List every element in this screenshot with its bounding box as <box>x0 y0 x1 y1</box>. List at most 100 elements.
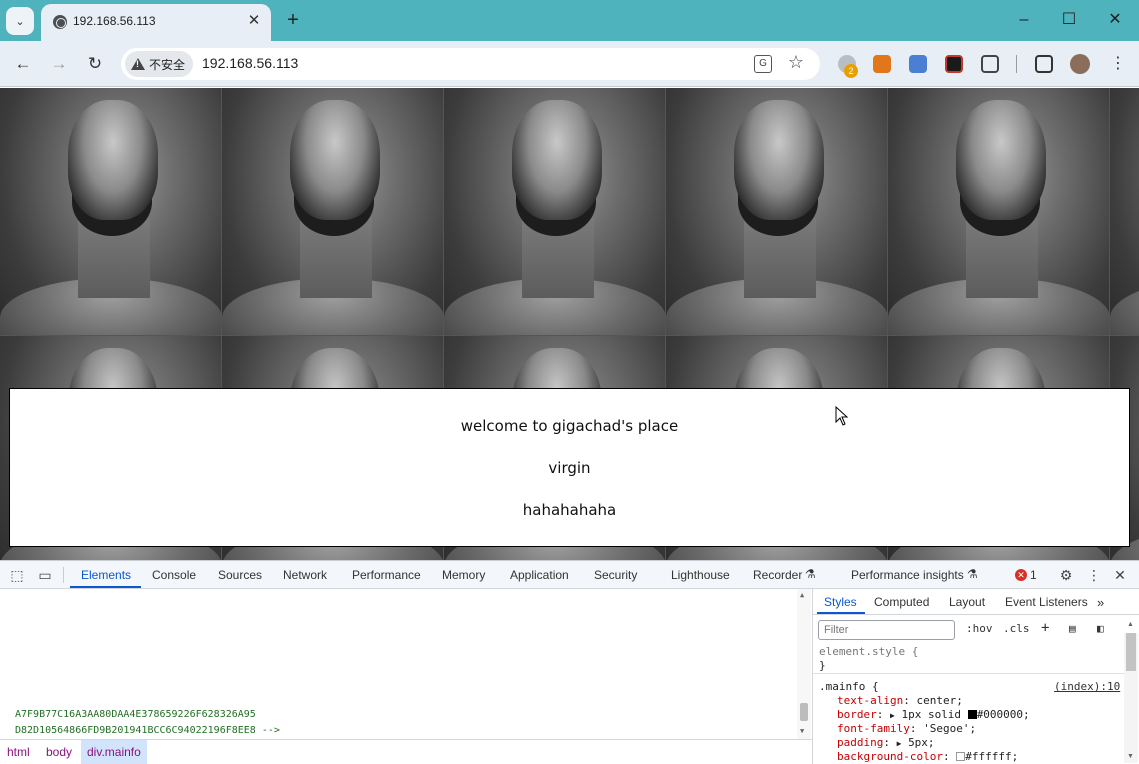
tab-event-listeners[interactable]: Event Listeners <box>1005 595 1088 609</box>
tab-security[interactable]: Security <box>594 568 637 582</box>
tab-memory[interactable]: Memory <box>442 568 485 582</box>
error-icon[interactable]: ✕ <box>1015 569 1027 581</box>
background-image-tile <box>1110 88 1139 336</box>
dom-tree[interactable]: A7F9B77C16A3AA80DAA4E378659226F628326A95… <box>0 589 812 739</box>
more-tabs-icon[interactable]: » <box>1097 595 1104 610</box>
declaration[interactable]: text-align: center; <box>837 694 963 707</box>
paint-icon[interactable]: ▤ <box>1069 622 1076 635</box>
html-comment-line[interactable]: A7F9B77C16A3AA80DAA4E378659226F628326A95 <box>15 709 256 720</box>
extension-icon-4[interactable] <box>945 55 963 73</box>
new-tab-button[interactable]: + <box>283 9 303 31</box>
styles-filter-input[interactable]: Filter <box>818 620 955 640</box>
tab-elements[interactable]: Elements <box>81 568 131 582</box>
tab-lighthouse[interactable]: Lighthouse <box>671 568 730 582</box>
html-comment-line[interactable]: D82D10564866FD9B201941BCC6C94022196F8EE8… <box>15 725 280 736</box>
close-devtools-icon[interactable]: ✕ <box>1112 567 1128 583</box>
tab-application[interactable]: Application <box>510 568 569 582</box>
window-close-button[interactable]: ✕ <box>1103 8 1127 32</box>
crumb-div-mainfo[interactable]: div.mainfo <box>81 740 147 764</box>
security-indicator[interactable]: 不安全 <box>125 51 194 77</box>
tab-title: 192.168.56.113 <box>73 14 156 28</box>
translate-icon[interactable]: G <box>754 55 772 73</box>
devtools-panel: ⬚ ▭ Elements Console Sources Network Per… <box>0 560 1139 764</box>
add-rule-icon[interactable]: + <box>1041 620 1049 636</box>
tab-performance[interactable]: Performance <box>352 568 421 582</box>
background-image-tile <box>666 88 888 336</box>
back-icon[interactable]: ← <box>10 51 36 77</box>
device-toolbar-icon[interactable]: ▭ <box>37 567 53 583</box>
declaration[interactable]: border: ▶ 1px solid #000000; <box>837 708 1030 721</box>
more-icon[interactable]: ⋮ <box>1086 567 1102 583</box>
scroll-up-icon[interactable]: ▲ <box>800 591 804 599</box>
rule-close-brace: } <box>819 659 826 672</box>
extension-badge: 2 <box>844 64 858 78</box>
tab-recorder[interactable]: Recorder <box>753 568 802 582</box>
color-swatch[interactable] <box>967 710 977 719</box>
toggle-sidebar-icon[interactable]: ◧ <box>1097 622 1104 635</box>
dom-scrollbar[interactable]: ▲ ▼ <box>797 589 811 739</box>
tab-strip: ⌄ 192.168.56.113 ✕ + – ☐ ✕ <box>0 0 1139 41</box>
background-image-tile <box>888 88 1110 336</box>
divider <box>813 673 1124 674</box>
declaration[interactable]: background-color: #ffffff; <box>837 750 1018 762</box>
chevron-down-icon: ⌄ <box>15 15 25 28</box>
page-viewport: welcome to gigachad's place virgin hahah… <box>0 88 1139 560</box>
tab-computed[interactable]: Computed <box>874 595 929 609</box>
background-image-tile <box>444 88 666 336</box>
address-bar[interactable]: 不安全 192.168.56.113 G ☆ <box>121 48 820 80</box>
flask-icon: ⚗ <box>967 567 978 581</box>
crumb-body[interactable]: body <box>46 745 72 759</box>
scroll-down-icon[interactable]: ▼ <box>800 727 804 735</box>
browser-tab[interactable]: 192.168.56.113 ✕ <box>41 4 271 41</box>
scroll-up-icon[interactable]: ▲ <box>1127 621 1134 628</box>
flask-icon: ⚗ <box>805 567 816 581</box>
tab-search-button[interactable]: ⌄ <box>6 7 34 35</box>
maximize-button[interactable]: ☐ <box>1057 8 1081 32</box>
declaration[interactable]: font-family: 'Segoe'; <box>837 722 976 735</box>
styles-scrollbar[interactable]: ▲ ▼ <box>1124 621 1138 763</box>
scrollbar-thumb[interactable] <box>800 703 808 721</box>
close-tab-icon[interactable]: ✕ <box>245 12 263 30</box>
settings-icon[interactable]: ⚙ <box>1058 567 1074 583</box>
tab-network[interactable]: Network <box>283 568 327 582</box>
profile-avatar[interactable] <box>1070 54 1090 74</box>
mainfo-box: welcome to gigachad's place virgin hahah… <box>9 388 1130 547</box>
cls-toggle[interactable]: .cls <box>1003 622 1030 635</box>
styles-pane: Styles Computed Layout Event Listeners »… <box>812 589 1139 764</box>
mouse-cursor <box>835 405 849 426</box>
declaration[interactable]: padding: ▶ 5px; <box>837 736 935 749</box>
tab-styles[interactable]: Styles <box>824 595 857 609</box>
metamask-icon[interactable] <box>873 55 891 73</box>
mainfo-selector[interactable]: .mainfo { <box>819 680 879 693</box>
browser-toolbar: ← → ↻ 不安全 192.168.56.113 G ☆ ⋮ <box>0 41 1139 87</box>
translate-extension-icon[interactable] <box>909 55 927 73</box>
error-count[interactable]: 1 <box>1030 568 1037 582</box>
color-swatch[interactable] <box>956 752 966 761</box>
element-style-selector[interactable]: element.style { <box>819 645 918 658</box>
star-icon[interactable]: ☆ <box>788 52 804 73</box>
scrollbar-thumb[interactable] <box>1126 633 1136 671</box>
background-image-tile <box>0 88 222 336</box>
crumb-html[interactable]: html <box>7 745 30 759</box>
tab-layout[interactable]: Layout <box>949 595 985 609</box>
tab-performance-insights[interactable]: Performance insights <box>851 568 964 582</box>
tab-console[interactable]: Console <box>152 568 196 582</box>
inspect-icon[interactable]: ⬚ <box>9 567 25 583</box>
minimize-button[interactable]: – <box>1012 8 1036 32</box>
sidebar-icon[interactable] <box>1035 55 1053 73</box>
devtools-tabbar: ⬚ ▭ Elements Console Sources Network Per… <box>0 561 1139 589</box>
toolbar-divider <box>1016 55 1017 73</box>
warning-icon <box>131 58 145 70</box>
hov-toggle[interactable]: :hov <box>966 622 993 635</box>
url-text[interactable]: 192.168.56.113 <box>202 55 298 71</box>
security-label: 不安全 <box>149 57 186 72</box>
menu-icon[interactable]: ⋮ <box>1110 53 1126 73</box>
tab-sources[interactable]: Sources <box>218 568 262 582</box>
rule-source-link[interactable]: (index):10 <box>1054 680 1120 693</box>
divider <box>63 567 64 583</box>
forward-icon[interactable]: → <box>46 51 72 77</box>
favicon-icon <box>53 15 67 29</box>
scroll-down-icon[interactable]: ▼ <box>1127 753 1134 760</box>
reload-icon[interactable]: ↻ <box>82 51 108 77</box>
extensions-icon[interactable] <box>981 55 999 73</box>
